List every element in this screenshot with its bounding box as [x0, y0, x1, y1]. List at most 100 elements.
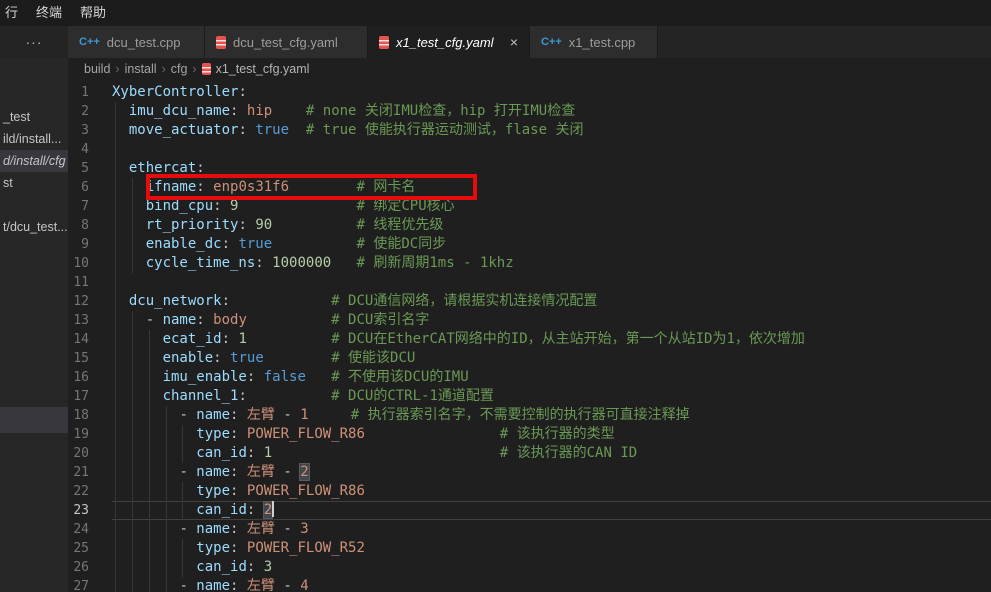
line-number[interactable]: 13	[68, 311, 112, 330]
code-text: - name: body # DCU索引名字	[112, 311, 991, 330]
side-panel[interactable]: _testild/install...d/install/cfgst t/dcu_…	[0, 58, 68, 592]
tab-x1-test-cpp[interactable]: C++x1_test.cpp	[530, 26, 658, 58]
line-number[interactable]: 22	[68, 482, 112, 501]
tab-dcu-test-cfg-yaml[interactable]: dcu_test_cfg.yaml	[205, 26, 368, 58]
line-number[interactable]: 2	[68, 102, 112, 121]
indent-guide	[132, 463, 133, 482]
code-text: type: POWER_FLOW_R86	[112, 482, 991, 501]
indent-guide	[132, 406, 133, 425]
line-number[interactable]: 11	[68, 273, 112, 292]
code-line[interactable]: 18 - name: 左臂 - 1 # 执行器索引名字，不需要控制的执行器可直接…	[68, 406, 991, 425]
code-line[interactable]: 10 cycle_time_ns: 1000000 # 刷新周期1ms - 1k…	[68, 254, 991, 273]
indent-guide	[115, 558, 116, 577]
side-panel-item[interactable]: ild/install...	[0, 128, 68, 150]
line-number[interactable]: 12	[68, 292, 112, 311]
indent-guide	[166, 463, 167, 482]
line-number[interactable]: 6	[68, 178, 112, 197]
line-number[interactable]: 4	[68, 140, 112, 159]
code-line[interactable]: 23 can_id: 2	[68, 501, 991, 520]
side-panel-item[interactable]: d/install/cfg	[0, 150, 68, 172]
line-number[interactable]: 21	[68, 463, 112, 482]
menu-item-item[interactable]: 帮助	[71, 0, 115, 26]
code-line[interactable]: 4	[68, 140, 991, 159]
code-line[interactable]: 12 dcu_network: # DCU通信网络，请根据实机连接情况配置	[68, 292, 991, 311]
code-line[interactable]: 6 ifname: enp0s31f6 # 网卡名	[68, 178, 991, 197]
breadcrumb-item-cfg[interactable]: cfg	[171, 62, 188, 76]
code-line[interactable]: 22 type: POWER_FLOW_R86	[68, 482, 991, 501]
indent-guide	[132, 501, 133, 520]
code-text: type: POWER_FLOW_R86 # 该执行器的类型	[112, 425, 991, 444]
line-number[interactable]: 19	[68, 425, 112, 444]
indent-guide	[115, 387, 116, 406]
line-number[interactable]: 25	[68, 539, 112, 558]
tab-list: C++dcu_test.cppdcu_test_cfg.yamlx1_test_…	[68, 26, 658, 58]
code-line[interactable]: 5 ethercat:	[68, 159, 991, 178]
tab-dcu-test-cpp[interactable]: C++dcu_test.cpp	[68, 26, 205, 58]
line-number[interactable]: 10	[68, 254, 112, 273]
editor[interactable]: 1XyberController:2 imu_dcu_name: hip # n…	[68, 80, 991, 592]
code-line[interactable]: 2 imu_dcu_name: hip # none 关闭IMU检查，hip 打…	[68, 102, 991, 121]
text-cursor	[272, 501, 274, 517]
code-line[interactable]: 25 type: POWER_FLOW_R52	[68, 539, 991, 558]
breadcrumb-item-build[interactable]: build	[84, 62, 110, 76]
indent-guide	[132, 368, 133, 387]
line-number[interactable]: 23	[68, 501, 112, 520]
line-number[interactable]: 24	[68, 520, 112, 539]
tab-label: x1_test.cpp	[569, 35, 636, 50]
line-number[interactable]: 1	[68, 83, 112, 102]
code-line[interactable]: 1XyberController:	[68, 83, 991, 102]
code-line[interactable]: 15 enable: true # 使能该DCU	[68, 349, 991, 368]
code-line[interactable]: 27 - name: 左臂 - 4	[68, 577, 991, 592]
side-panel-item[interactable]: t/dcu_test...	[0, 216, 68, 238]
indent-guide	[182, 501, 183, 520]
code-line[interactable]: 16 imu_enable: false # 不使用该DCU的IMU	[68, 368, 991, 387]
line-number[interactable]: 14	[68, 330, 112, 349]
side-panel-item[interactable]: _test	[0, 106, 68, 128]
code-line[interactable]: 14 ecat_id: 1 # DCU在EtherCAT网络中的ID，从主站开始…	[68, 330, 991, 349]
indent-guide	[149, 558, 150, 577]
indent-guide	[166, 406, 167, 425]
line-number[interactable]: 7	[68, 197, 112, 216]
code-line[interactable]: 19 type: POWER_FLOW_R86 # 该执行器的类型	[68, 425, 991, 444]
line-number[interactable]: 9	[68, 235, 112, 254]
line-number[interactable]: 5	[68, 159, 112, 178]
side-panel-item[interactable]	[0, 407, 68, 433]
indent-guide	[132, 444, 133, 463]
code-line[interactable]: 21 - name: 左臂 - 2	[68, 463, 991, 482]
line-number[interactable]: 3	[68, 121, 112, 140]
code-line[interactable]: 8 rt_priority: 90 # 线程优先级	[68, 216, 991, 235]
code-line[interactable]: 9 enable_dc: true # 使能DC同步	[68, 235, 991, 254]
indent-guide	[115, 273, 116, 292]
breadcrumb-item-install[interactable]: install	[125, 62, 157, 76]
line-number[interactable]: 26	[68, 558, 112, 577]
side-panel-item[interactable]: st	[0, 172, 68, 194]
indent-guide	[115, 121, 116, 140]
menu-item-item[interactable]: 行	[0, 0, 27, 26]
line-number[interactable]: 8	[68, 216, 112, 235]
breadcrumb-file[interactable]: x1_test_cfg.yaml	[216, 62, 310, 76]
line-number[interactable]: 15	[68, 349, 112, 368]
code-line[interactable]: 13 - name: body # DCU索引名字	[68, 311, 991, 330]
code-line[interactable]: 3 move_actuator: true # true 使能执行器运动测试，f…	[68, 121, 991, 140]
indent-guide	[115, 311, 116, 330]
line-number[interactable]: 16	[68, 368, 112, 387]
close-icon[interactable]: ×	[510, 35, 518, 49]
line-number[interactable]: 18	[68, 406, 112, 425]
code-line[interactable]: 26 can_id: 3	[68, 558, 991, 577]
indent-guide	[115, 425, 116, 444]
code-text: ifname: enp0s31f6 # 网卡名	[112, 178, 991, 197]
tab-x1-test-cfg-yaml[interactable]: x1_test_cfg.yaml×	[368, 26, 530, 58]
tab-overflow-button[interactable]: ···	[0, 26, 68, 58]
chevron-right-icon: ›	[115, 62, 119, 76]
menu-item-item[interactable]: 终端	[27, 0, 71, 26]
code-line[interactable]: 7 bind_cpu: 9 # 绑定CPU核心	[68, 197, 991, 216]
code-line[interactable]: 17 channel_1: # DCU的CTRL-1通道配置	[68, 387, 991, 406]
indent-guide	[132, 577, 133, 592]
code-line[interactable]: 24 - name: 左臂 - 3	[68, 520, 991, 539]
line-number[interactable]: 20	[68, 444, 112, 463]
indent-guide	[149, 406, 150, 425]
line-number[interactable]: 27	[68, 577, 112, 592]
code-line[interactable]: 20 can_id: 1 # 该执行器的CAN ID	[68, 444, 991, 463]
line-number[interactable]: 17	[68, 387, 112, 406]
code-line[interactable]: 11	[68, 273, 991, 292]
